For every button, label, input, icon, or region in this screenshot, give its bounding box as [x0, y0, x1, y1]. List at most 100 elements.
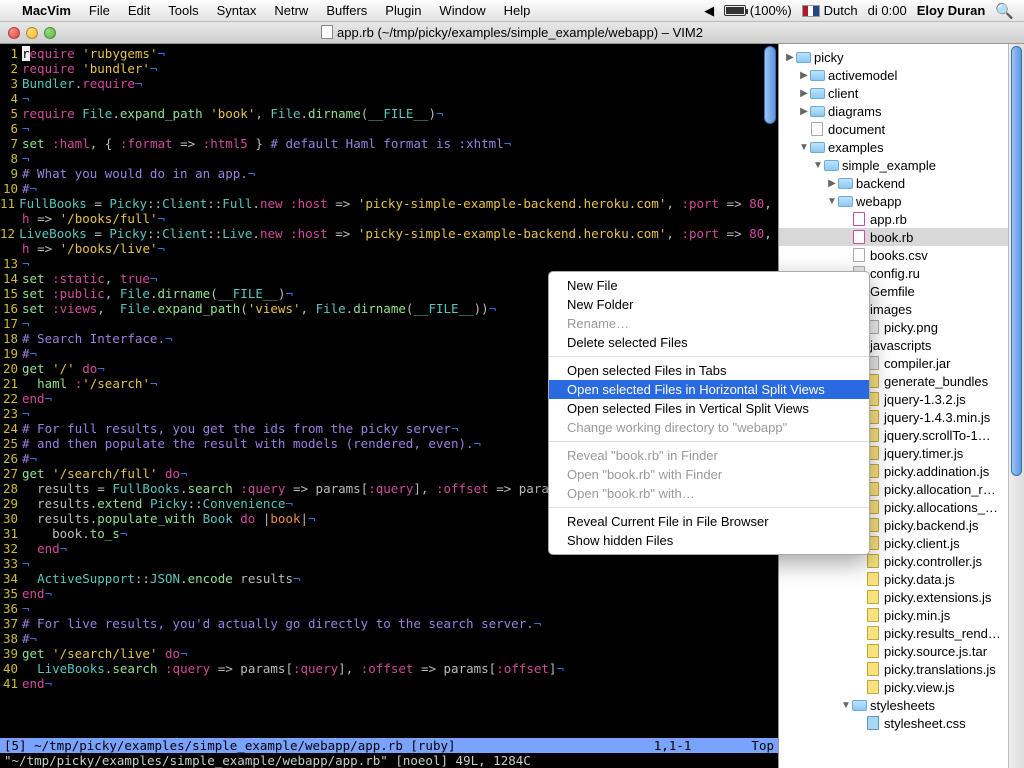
tree-folder[interactable]: ▶ activemodel — [779, 66, 1024, 84]
code-line[interactable]: 5require File.expand_path 'book', File.d… — [0, 106, 778, 121]
context-menu-item[interactable]: Show hidden Files — [549, 531, 869, 550]
menu-syntax[interactable]: Syntax — [217, 3, 257, 18]
tree-file[interactable]: picky.extensions.js — [779, 588, 1024, 606]
code-line[interactable]: 41end¬ — [0, 676, 778, 691]
user-name[interactable]: Eloy Duran — [917, 3, 986, 18]
battery-indicator[interactable]: (100%) — [724, 3, 792, 18]
menu-plugin[interactable]: Plugin — [385, 3, 421, 18]
code-line[interactable]: 12LiveBooks = Picky::Client::Live.new :h… — [0, 226, 778, 241]
disclosure-triangle-icon[interactable]: ▼ — [799, 142, 809, 153]
menu-help[interactable]: Help — [504, 3, 531, 18]
tree-label: picky.results_rend… — [884, 626, 1001, 641]
spotlight-icon[interactable]: 🔍 — [995, 2, 1014, 20]
context-menu-item: Open "book.rb" with… — [549, 484, 869, 503]
folder-icon — [809, 139, 825, 155]
tree-folder[interactable]: ▼webapp — [779, 192, 1024, 210]
code-line[interactable]: 6¬ — [0, 121, 778, 136]
menu-window[interactable]: Window — [439, 3, 485, 18]
code-line[interactable]: 37# For live results, you'd actually go … — [0, 616, 778, 631]
tree-file[interactable]: picky.source.js.tar — [779, 642, 1024, 660]
close-window-button[interactable] — [8, 27, 20, 39]
tree-label: activemodel — [828, 68, 897, 83]
folder-icon — [809, 85, 825, 101]
code-line[interactable]: 40 LiveBooks.search :query => params[:qu… — [0, 661, 778, 676]
code-line[interactable]: 9# What you would do in an app.¬ — [0, 166, 778, 181]
tree-file[interactable]: books.csv — [779, 246, 1024, 264]
tree-label: generate_bundles — [884, 374, 988, 389]
app-menu[interactable]: MacVim — [22, 3, 71, 18]
code-line[interactable]: 11FullBooks = Picky::Client::Full.new :h… — [0, 196, 778, 211]
tree-label: picky.client.js — [884, 536, 960, 551]
menu-file[interactable]: File — [89, 3, 110, 18]
context-menu-item[interactable]: Open selected Files in Horizontal Split … — [549, 380, 869, 399]
file-browser-scrollbar[interactable] — [1008, 44, 1024, 768]
disclosure-triangle-icon[interactable]: ▶ — [799, 70, 809, 81]
code-line[interactable]: 33¬ — [0, 556, 778, 571]
tree-file[interactable]: picky.results_rend… — [779, 624, 1024, 642]
tree-label: jquery.scrollTo-1… — [884, 428, 991, 443]
code-line[interactable]: 10#¬ — [0, 181, 778, 196]
tree-label: picky.extensions.js — [884, 590, 991, 605]
disclosure-triangle-icon[interactable]: ▶ — [799, 88, 809, 99]
tree-folder[interactable]: ▶picky — [779, 48, 1024, 66]
zoom-window-button[interactable] — [44, 27, 56, 39]
code-line[interactable]: 13¬ — [0, 256, 778, 271]
context-menu-item[interactable]: Open selected Files in Vertical Split Vi… — [549, 399, 869, 418]
input-language[interactable]: Dutch — [802, 3, 858, 18]
menu-tools[interactable]: Tools — [168, 3, 198, 18]
menu-netrw[interactable]: Netrw — [274, 3, 308, 18]
tree-folder[interactable]: ▼stylesheets — [779, 696, 1024, 714]
tree-label: books.csv — [870, 248, 928, 263]
file-icon — [865, 571, 881, 587]
code-line[interactable]: 34 ActiveSupport::JSON.encode results¬ — [0, 571, 778, 586]
tree-folder[interactable]: ▼simple_example — [779, 156, 1024, 174]
code-line[interactable]: h => '/books/live'¬ — [0, 241, 778, 256]
disclosure-triangle-icon[interactable]: ▶ — [827, 178, 837, 189]
disclosure-triangle-icon[interactable]: ▼ — [841, 700, 851, 711]
disclosure-triangle-icon[interactable]: ▶ — [799, 106, 809, 117]
tree-file[interactable]: picky.view.js — [779, 678, 1024, 696]
code-line[interactable]: 36¬ — [0, 601, 778, 616]
code-line[interactable]: 4¬ — [0, 91, 778, 106]
tree-folder[interactable]: ▶backend — [779, 174, 1024, 192]
tree-file[interactable]: document — [779, 120, 1024, 138]
disclosure-triangle-icon[interactable]: ▼ — [813, 160, 823, 171]
code-line[interactable]: 35end¬ — [0, 586, 778, 601]
tree-folder[interactable]: ▼ examples — [779, 138, 1024, 156]
disclosure-triangle-icon[interactable]: ▶ — [785, 52, 795, 63]
tree-file[interactable]: stylesheet.css — [779, 714, 1024, 732]
tree-file[interactable]: book.rb — [779, 228, 1024, 246]
disclosure-triangle-icon[interactable]: ▼ — [827, 196, 837, 207]
code-line[interactable]: 3Bundler.require¬ — [0, 76, 778, 91]
menu-edit[interactable]: Edit — [128, 3, 150, 18]
volume-icon[interactable]: ◀ — [704, 3, 714, 19]
context-menu-item[interactable]: Open selected Files in Tabs — [549, 361, 869, 380]
tree-folder[interactable]: ▶client — [779, 84, 1024, 102]
code-line[interactable]: 2require 'bundler'¬ — [0, 61, 778, 76]
menu-buffers[interactable]: Buffers — [326, 3, 367, 18]
tree-file[interactable]: picky.translations.js — [779, 660, 1024, 678]
code-line[interactable]: 39get '/search/live' do¬ — [0, 646, 778, 661]
code-line[interactable]: 1require 'rubygems'¬ — [0, 46, 778, 61]
tree-file[interactable]: app.rb — [779, 210, 1024, 228]
tree-label: picky.allocation_r… — [884, 482, 996, 497]
tree-folder[interactable]: ▶diagrams — [779, 102, 1024, 120]
file-icon — [851, 211, 867, 227]
code-line[interactable]: 8¬ — [0, 151, 778, 166]
tree-label: picky.backend.js — [884, 518, 978, 533]
code-line[interactable]: 7set :haml, { :format => :html5 } # defa… — [0, 136, 778, 151]
tree-file[interactable]: picky.min.js — [779, 606, 1024, 624]
tree-label: examples — [828, 140, 884, 155]
context-menu-item[interactable]: Reveal Current File in File Browser — [549, 512, 869, 531]
tree-file[interactable]: picky.data.js — [779, 570, 1024, 588]
context-menu-item[interactable]: New Folder — [549, 295, 869, 314]
context-menu-item[interactable]: New File — [549, 276, 869, 295]
context-menu-item: Change working directory to "webapp" — [549, 418, 869, 437]
code-line[interactable]: 38#¬ — [0, 631, 778, 646]
minimize-window-button[interactable] — [26, 27, 38, 39]
menu-separator — [549, 441, 869, 442]
clock[interactable]: di 0:00 — [868, 3, 907, 18]
context-menu-item[interactable]: Delete selected Files — [549, 333, 869, 352]
code-line[interactable]: h => '/books/full'¬ — [0, 211, 778, 226]
window-titlebar[interactable]: app.rb (~/tmp/picky/examples/simple_exam… — [0, 22, 1024, 44]
